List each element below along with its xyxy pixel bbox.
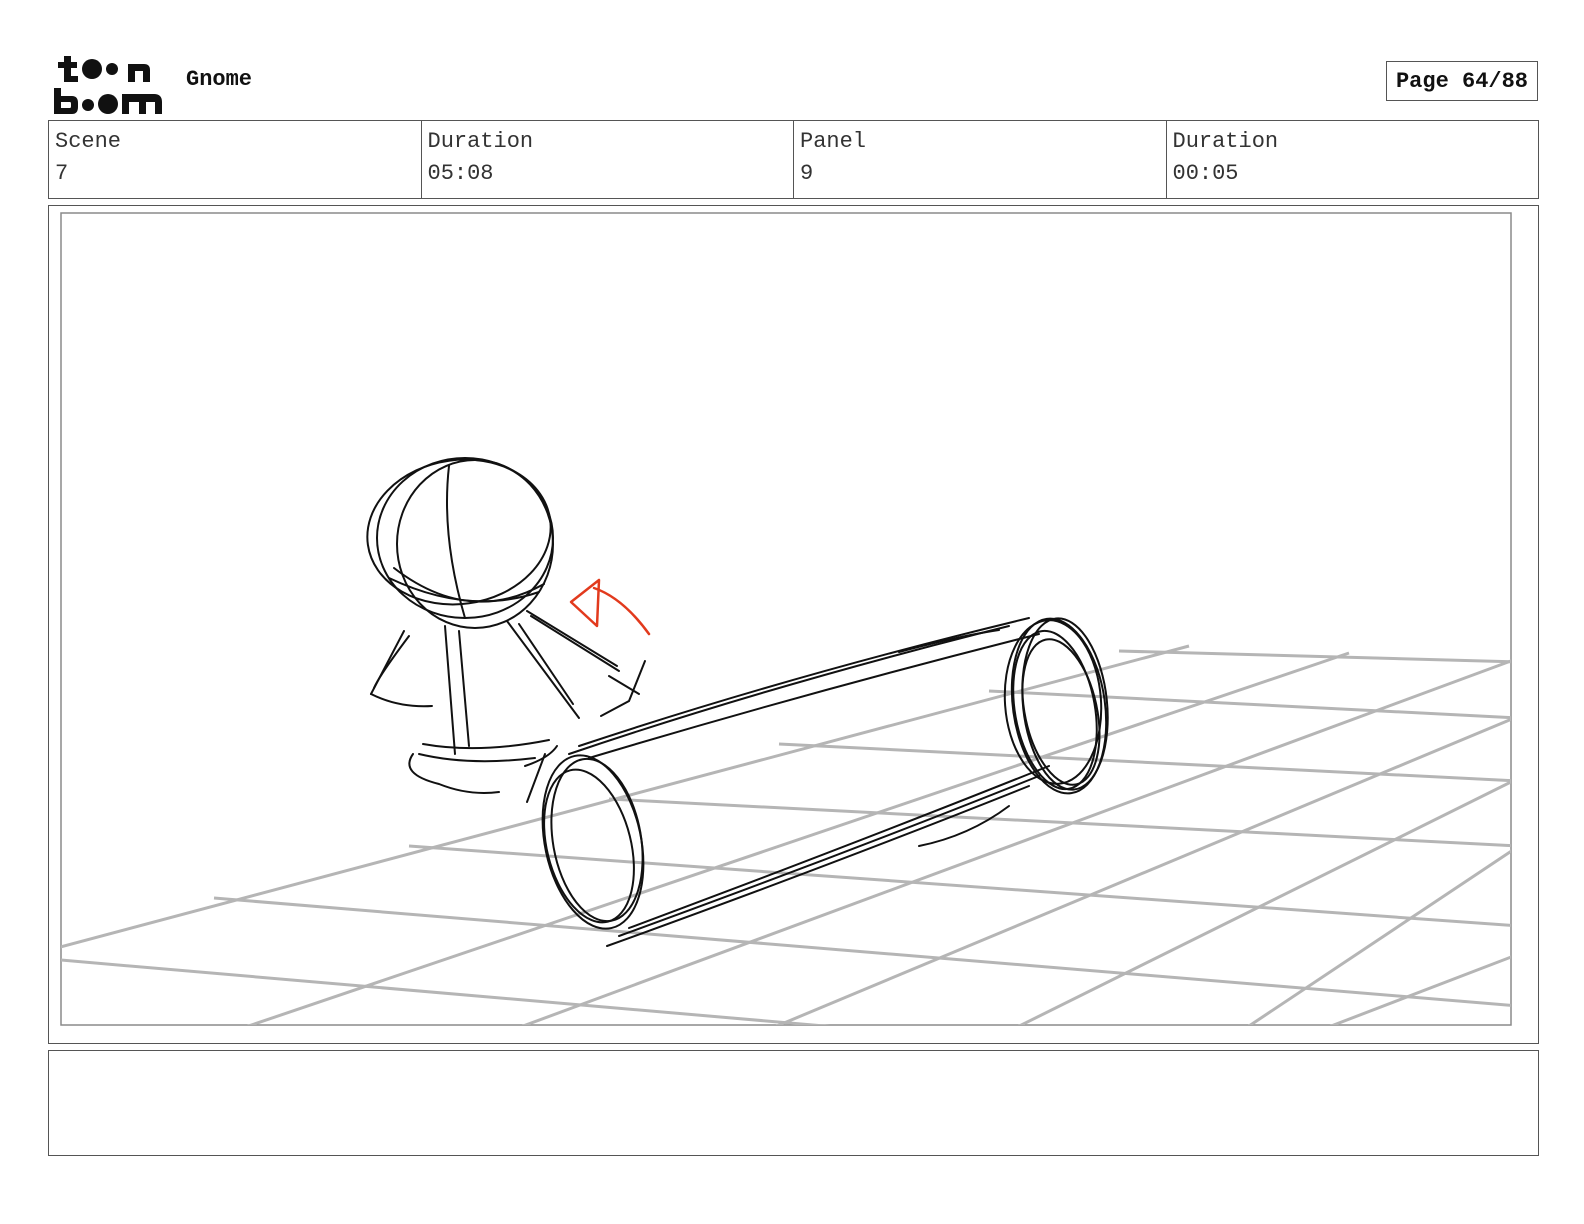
panel-label: Panel (800, 129, 867, 154)
scene-duration-label: Duration (427, 129, 534, 154)
project-title: Gnome (186, 67, 253, 92)
toon-boom-logo (54, 56, 162, 114)
panel-value: 9 (800, 161, 814, 186)
motion-arrow (569, 578, 651, 636)
gnome-sketch (366, 457, 646, 803)
log-sketch (541, 617, 1109, 947)
scene-label: Scene (55, 129, 122, 154)
storyboard-panel (48, 205, 1539, 1044)
scene-cell: Scene 7 (49, 121, 422, 198)
floor-grid (61, 644, 1511, 1025)
panel-notes-box (48, 1050, 1539, 1156)
panel-cell: Panel 9 (794, 121, 1167, 198)
scene-value: 7 (55, 161, 69, 186)
scene-duration-cell: Duration 05:08 (422, 121, 794, 198)
scene-info-table: Scene 7 Duration 05:08 Panel 9 Duration … (48, 120, 1539, 199)
panel-duration-cell: Duration 00:05 (1167, 121, 1539, 198)
page-indicator: Page 64/88 (1386, 61, 1538, 101)
scene-duration-value: 05:08 (427, 161, 494, 186)
panel-duration-label: Duration (1172, 129, 1279, 154)
panel-drawing (60, 212, 1512, 1026)
panel-duration-value: 00:05 (1172, 161, 1239, 186)
